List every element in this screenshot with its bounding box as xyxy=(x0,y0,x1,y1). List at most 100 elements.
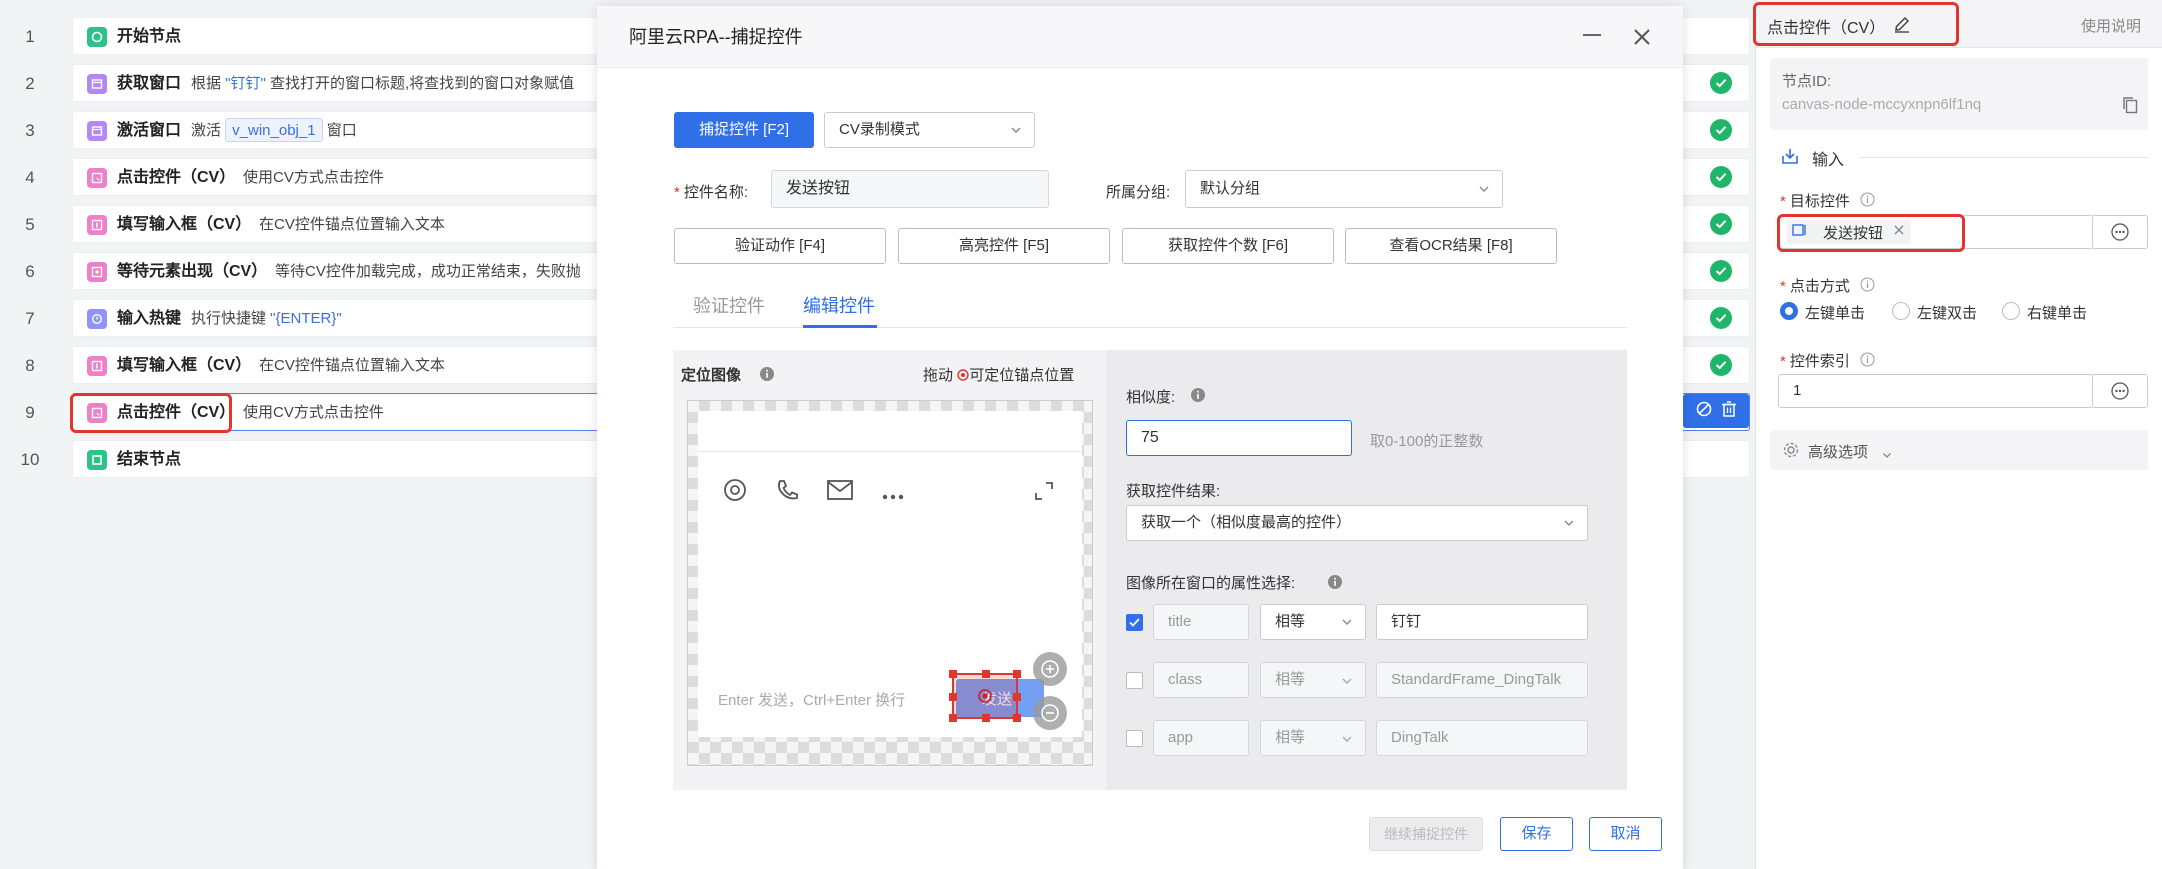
click-mode-label: * 点击方式 xyxy=(1780,278,1850,295)
verify-action-button[interactable]: 验证动作 [F4] xyxy=(674,228,886,264)
node-name: 点击控件（CV） xyxy=(117,169,236,186)
expand-icon xyxy=(1034,481,1054,506)
node-description: 激活 v_win_obj_1 窗口 xyxy=(191,112,357,150)
target-control-label: * 目标控件 xyxy=(1780,193,1850,210)
input-section-title: 输入 xyxy=(1812,152,1845,169)
similarity-label: 相似度: xyxy=(1126,389,1176,406)
attr-checkbox[interactable] xyxy=(1126,672,1143,689)
more-options-button[interactable] xyxy=(2092,374,2148,408)
dialog-header: 阿里云RPA--捕捉控件 xyxy=(597,6,1683,68)
row-number: 8 xyxy=(25,356,35,375)
node-description: 在CV控件锚点位置输入文本 xyxy=(259,216,445,233)
input-field-icon xyxy=(87,215,107,235)
capture-control-dialog: 阿里云RPA--捕捉控件 捕捉控件 [F2] CV录制模式 * 控件名称: 发送按… xyxy=(597,6,1683,869)
wait-element-icon xyxy=(87,262,107,282)
attr-operator-select[interactable]: 相等 xyxy=(1260,604,1366,640)
locate-image-panel: 定位图像 拖动 可定位锚点位置 Enter 发送，Ctrl+Enter 换行 发… xyxy=(673,350,1106,790)
info-icon xyxy=(1860,192,1875,212)
success-check-icon xyxy=(1710,119,1732,141)
node-name: 激活窗口 xyxy=(117,122,182,139)
attr-name: title xyxy=(1153,604,1249,640)
node-description: 等待CV控件加载完成，成功正常结束，失败抛 xyxy=(275,263,581,280)
save-button[interactable]: 保存 xyxy=(1500,817,1573,851)
mode-select[interactable]: CV录制模式 xyxy=(824,112,1035,148)
node-description: 在CV控件锚点位置输入文本 xyxy=(259,357,445,374)
node-id-label: 节点ID: xyxy=(1782,73,1832,90)
success-check-icon xyxy=(1710,260,1732,282)
attr-operator-select[interactable]: 相等 xyxy=(1260,662,1366,698)
cancel-button[interactable]: 取消 xyxy=(1589,817,1662,851)
success-check-icon xyxy=(1710,72,1732,94)
tab-verify[interactable]: 验证控件 xyxy=(693,292,765,318)
window-icon xyxy=(87,74,107,94)
row-number: 3 xyxy=(25,121,35,140)
row-number: 9 xyxy=(25,403,35,422)
row-number: 4 xyxy=(25,168,35,187)
continue-capture-button[interactable]: 继续捕捉控件 xyxy=(1369,817,1483,851)
success-check-icon xyxy=(1710,166,1732,188)
gear-icon xyxy=(1782,441,1800,464)
info-icon xyxy=(1327,574,1343,595)
success-check-icon xyxy=(1710,307,1732,329)
attr-value-input[interactable]: StandardFrame_DingTalk xyxy=(1376,662,1588,698)
captured-image-content: Enter 发送，Ctrl+Enter 换行 发送 xyxy=(698,411,1082,737)
chevron-down-icon xyxy=(1342,678,1352,684)
row-number: 1 xyxy=(25,27,35,46)
info-icon xyxy=(759,366,775,387)
chevron-down-icon xyxy=(1564,520,1574,526)
highlight-control-button[interactable]: 高亮控件 [F5] xyxy=(898,228,1110,264)
window-icon xyxy=(87,121,107,141)
advanced-options-toggle[interactable]: 高级选项 xyxy=(1770,430,2148,470)
hotkey-icon xyxy=(87,309,107,329)
row-number: 7 xyxy=(25,309,35,328)
close-icon[interactable] xyxy=(1629,24,1655,50)
minimize-button[interactable] xyxy=(1583,34,1601,36)
success-check-icon xyxy=(1710,213,1732,235)
variable-chip[interactable]: v_win_obj_1 xyxy=(225,118,323,142)
attr-value-input[interactable]: DingTalk xyxy=(1376,720,1588,756)
copy-icon[interactable] xyxy=(2122,96,2138,119)
control-name-input[interactable]: 发送按钮 xyxy=(771,170,1049,208)
node-id-value: canvas-node-mccyxnpn6lf1nq xyxy=(1782,96,1982,113)
anchor-selection-box[interactable] xyxy=(949,670,1021,722)
attr-checkbox[interactable] xyxy=(1126,730,1143,747)
disable-icon[interactable] xyxy=(1695,400,1713,423)
click-control-icon xyxy=(87,168,107,188)
similarity-input[interactable]: 75 xyxy=(1126,420,1352,456)
attr-checkbox[interactable] xyxy=(1126,614,1143,631)
tab-active-indicator xyxy=(803,325,877,328)
usage-help-link[interactable]: 使用说明 xyxy=(2081,15,2141,36)
row-number: 5 xyxy=(25,215,35,234)
more-options-button[interactable] xyxy=(2092,215,2148,249)
delete-icon[interactable] xyxy=(1721,400,1737,423)
group-select[interactable]: 默认分组 xyxy=(1185,170,1503,208)
count-controls-button[interactable]: 获取控件个数 [F6] xyxy=(1122,228,1334,264)
node-description: 执行快捷键 "{ENTER}" xyxy=(191,310,342,327)
info-icon xyxy=(1190,387,1206,408)
attr-value-input[interactable]: 钉钉 xyxy=(1376,604,1588,640)
locate-image-label: 定位图像 xyxy=(681,367,742,384)
radio-left-click[interactable] xyxy=(1780,302,1798,320)
capture-button[interactable]: 捕捉控件 [F2] xyxy=(674,112,814,148)
control-index-input[interactable]: 1 xyxy=(1778,374,2094,408)
node-name: 获取窗口 xyxy=(117,75,182,92)
captured-image[interactable]: Enter 发送，Ctrl+Enter 换行 发送 xyxy=(687,400,1093,766)
row-number: 6 xyxy=(25,262,35,281)
radio-left-double-click[interactable] xyxy=(1892,302,1910,320)
more-icon xyxy=(2111,223,2129,241)
row-action-bar xyxy=(1683,394,1749,428)
drag-hint: 拖动 可定位锚点位置 xyxy=(923,367,1075,384)
radio-right-click[interactable] xyxy=(2002,302,2020,320)
more-icon xyxy=(882,487,904,505)
similarity-hint: 取0-100的正整数 xyxy=(1370,433,1484,450)
chevron-down-icon xyxy=(1882,446,1892,464)
ocr-result-button[interactable]: 查看OCR结果 [F8] xyxy=(1345,228,1557,264)
anchor-icon xyxy=(978,689,992,708)
chevron-down-icon xyxy=(1342,736,1352,742)
attr-operator-select[interactable]: 相等 xyxy=(1260,720,1366,756)
zoom-out-icon[interactable] xyxy=(1032,695,1068,736)
result-select[interactable]: 获取一个（相似度最高的控件） xyxy=(1126,505,1588,541)
zoom-in-icon[interactable] xyxy=(1032,651,1068,692)
end-node-icon xyxy=(87,450,107,470)
tab-edit[interactable]: 编辑控件 xyxy=(803,292,875,318)
